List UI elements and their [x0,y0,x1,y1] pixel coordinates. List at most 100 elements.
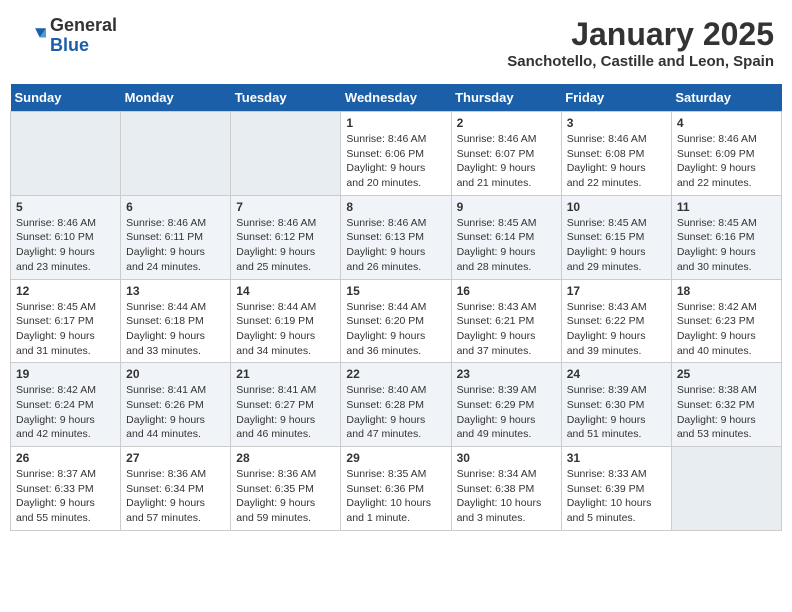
day-info: Sunrise: 8:45 AM Sunset: 6:16 PM Dayligh… [677,216,776,275]
day-info: Sunrise: 8:43 AM Sunset: 6:21 PM Dayligh… [457,300,556,359]
calendar-cell: 13 Sunrise: 8:44 AM Sunset: 6:18 PM Dayli… [121,279,231,363]
day-number: 9 [457,200,556,214]
day-number: 5 [16,200,115,214]
day-info: Sunrise: 8:44 AM Sunset: 6:18 PM Dayligh… [126,300,225,359]
calendar-cell: 14 Sunrise: 8:44 AM Sunset: 6:19 PM Dayli… [231,279,341,363]
day-info: Sunrise: 8:46 AM Sunset: 6:13 PM Dayligh… [346,216,445,275]
calendar-cell: 5 Sunrise: 8:46 AM Sunset: 6:10 PM Daylig… [11,195,121,279]
calendar-cell: 19Sunrise: 8:42 AM Sunset: 6:24 PM Dayli… [11,363,121,447]
calendar-cell: 16 Sunrise: 8:43 AM Sunset: 6:21 PM Dayli… [451,279,561,363]
calendar-cell: 15 Sunrise: 8:44 AM Sunset: 6:20 PM Dayli… [341,279,451,363]
day-info: Sunrise: 8:39 AM Sunset: 6:30 PM Dayligh… [567,383,666,442]
day-info: Sunrise: 8:40 AM Sunset: 6:28 PM Dayligh… [346,383,445,442]
calendar-table: SundayMondayTuesdayWednesdayThursdayFrid… [10,84,782,531]
weekday-header-row: SundayMondayTuesdayWednesdayThursdayFrid… [11,84,782,112]
calendar-cell: 28Sunrise: 8:36 AM Sunset: 6:35 PM Dayli… [231,447,341,531]
title-area: January 2025 Sanchotello, Castille and L… [507,16,774,70]
day-number: 30 [457,451,556,465]
calendar-week-row: 26Sunrise: 8:37 AM Sunset: 6:33 PM Dayli… [11,447,782,531]
calendar-cell: 26Sunrise: 8:37 AM Sunset: 6:33 PM Dayli… [11,447,121,531]
day-info: Sunrise: 8:41 AM Sunset: 6:26 PM Dayligh… [126,383,225,442]
calendar-week-row: 19Sunrise: 8:42 AM Sunset: 6:24 PM Dayli… [11,363,782,447]
day-number: 8 [346,200,445,214]
logo: General Blue [18,16,117,56]
day-info: Sunrise: 8:44 AM Sunset: 6:20 PM Dayligh… [346,300,445,359]
day-info: Sunrise: 8:36 AM Sunset: 6:35 PM Dayligh… [236,467,335,526]
calendar-cell: 12Sunrise: 8:45 AM Sunset: 6:17 PM Dayli… [11,279,121,363]
calendar-cell [11,112,121,196]
calendar-cell [121,112,231,196]
calendar-cell: 23 Sunrise: 8:39 AM Sunset: 6:29 PM Dayli… [451,363,561,447]
logo-blue: Blue [50,36,117,56]
day-number: 4 [677,116,776,130]
day-number: 19 [16,367,115,381]
day-number: 11 [677,200,776,214]
calendar-cell: 24 Sunrise: 8:39 AM Sunset: 6:30 PM Dayli… [561,363,671,447]
day-number: 10 [567,200,666,214]
day-number: 17 [567,284,666,298]
day-number: 23 [457,367,556,381]
calendar-cell: 6 Sunrise: 8:46 AM Sunset: 6:11 PM Daylig… [121,195,231,279]
day-info: Sunrise: 8:46 AM Sunset: 6:08 PM Dayligh… [567,132,666,191]
calendar-cell [231,112,341,196]
day-info: Sunrise: 8:39 AM Sunset: 6:29 PM Dayligh… [457,383,556,442]
location-title: Sanchotello, Castille and Leon, Spain [507,53,774,70]
day-number: 29 [346,451,445,465]
day-number: 26 [16,451,115,465]
weekday-header-sunday: Sunday [11,84,121,112]
day-info: Sunrise: 8:35 AM Sunset: 6:36 PM Dayligh… [346,467,445,526]
calendar-cell: 7Sunrise: 8:46 AM Sunset: 6:12 PM Daylig… [231,195,341,279]
day-info: Sunrise: 8:46 AM Sunset: 6:12 PM Dayligh… [236,216,335,275]
weekday-header-friday: Friday [561,84,671,112]
logo-icon [18,22,46,50]
calendar-week-row: 12Sunrise: 8:45 AM Sunset: 6:17 PM Dayli… [11,279,782,363]
day-info: Sunrise: 8:45 AM Sunset: 6:14 PM Dayligh… [457,216,556,275]
day-info: Sunrise: 8:38 AM Sunset: 6:32 PM Dayligh… [677,383,776,442]
day-number: 6 [126,200,225,214]
calendar-week-row: 5 Sunrise: 8:46 AM Sunset: 6:10 PM Daylig… [11,195,782,279]
logo-text: General Blue [50,16,117,56]
day-info: Sunrise: 8:41 AM Sunset: 6:27 PM Dayligh… [236,383,335,442]
month-title: January 2025 [507,16,774,53]
weekday-header-thursday: Thursday [451,84,561,112]
calendar-cell: 2Sunrise: 8:46 AM Sunset: 6:07 PM Daylig… [451,112,561,196]
weekday-header-saturday: Saturday [671,84,781,112]
day-number: 15 [346,284,445,298]
day-number: 12 [16,284,115,298]
calendar-cell: 30 Sunrise: 8:34 AM Sunset: 6:38 PM Dayli… [451,447,561,531]
calendar-cell: 21Sunrise: 8:41 AM Sunset: 6:27 PM Dayli… [231,363,341,447]
weekday-header-monday: Monday [121,84,231,112]
day-info: Sunrise: 8:36 AM Sunset: 6:34 PM Dayligh… [126,467,225,526]
day-number: 14 [236,284,335,298]
day-info: Sunrise: 8:46 AM Sunset: 6:11 PM Dayligh… [126,216,225,275]
calendar-cell: 22Sunrise: 8:40 AM Sunset: 6:28 PM Dayli… [341,363,451,447]
day-info: Sunrise: 8:46 AM Sunset: 6:09 PM Dayligh… [677,132,776,191]
day-info: Sunrise: 8:33 AM Sunset: 6:39 PM Dayligh… [567,467,666,526]
calendar-cell: 29 Sunrise: 8:35 AM Sunset: 6:36 PM Dayli… [341,447,451,531]
day-info: Sunrise: 8:46 AM Sunset: 6:10 PM Dayligh… [16,216,115,275]
day-number: 3 [567,116,666,130]
calendar-cell: 27Sunrise: 8:36 AM Sunset: 6:34 PM Dayli… [121,447,231,531]
day-number: 18 [677,284,776,298]
logo-general: General [50,16,117,36]
day-info: Sunrise: 8:44 AM Sunset: 6:19 PM Dayligh… [236,300,335,359]
weekday-header-wednesday: Wednesday [341,84,451,112]
day-info: Sunrise: 8:43 AM Sunset: 6:22 PM Dayligh… [567,300,666,359]
day-number: 16 [457,284,556,298]
calendar-cell: 10Sunrise: 8:45 AM Sunset: 6:15 PM Dayli… [561,195,671,279]
calendar-week-row: 1Sunrise: 8:46 AM Sunset: 6:06 PM Daylig… [11,112,782,196]
calendar-cell: 1Sunrise: 8:46 AM Sunset: 6:06 PM Daylig… [341,112,451,196]
calendar-cell: 4 Sunrise: 8:46 AM Sunset: 6:09 PM Daylig… [671,112,781,196]
day-info: Sunrise: 8:42 AM Sunset: 6:23 PM Dayligh… [677,300,776,359]
day-number: 31 [567,451,666,465]
day-info: Sunrise: 8:34 AM Sunset: 6:38 PM Dayligh… [457,467,556,526]
calendar-cell: 11 Sunrise: 8:45 AM Sunset: 6:16 PM Dayli… [671,195,781,279]
day-number: 25 [677,367,776,381]
weekday-header-tuesday: Tuesday [231,84,341,112]
header: General Blue January 2025 Sanchotello, C… [10,10,782,76]
day-number: 13 [126,284,225,298]
day-number: 1 [346,116,445,130]
calendar-cell: 20Sunrise: 8:41 AM Sunset: 6:26 PM Dayli… [121,363,231,447]
day-number: 24 [567,367,666,381]
day-info: Sunrise: 8:46 AM Sunset: 6:07 PM Dayligh… [457,132,556,191]
